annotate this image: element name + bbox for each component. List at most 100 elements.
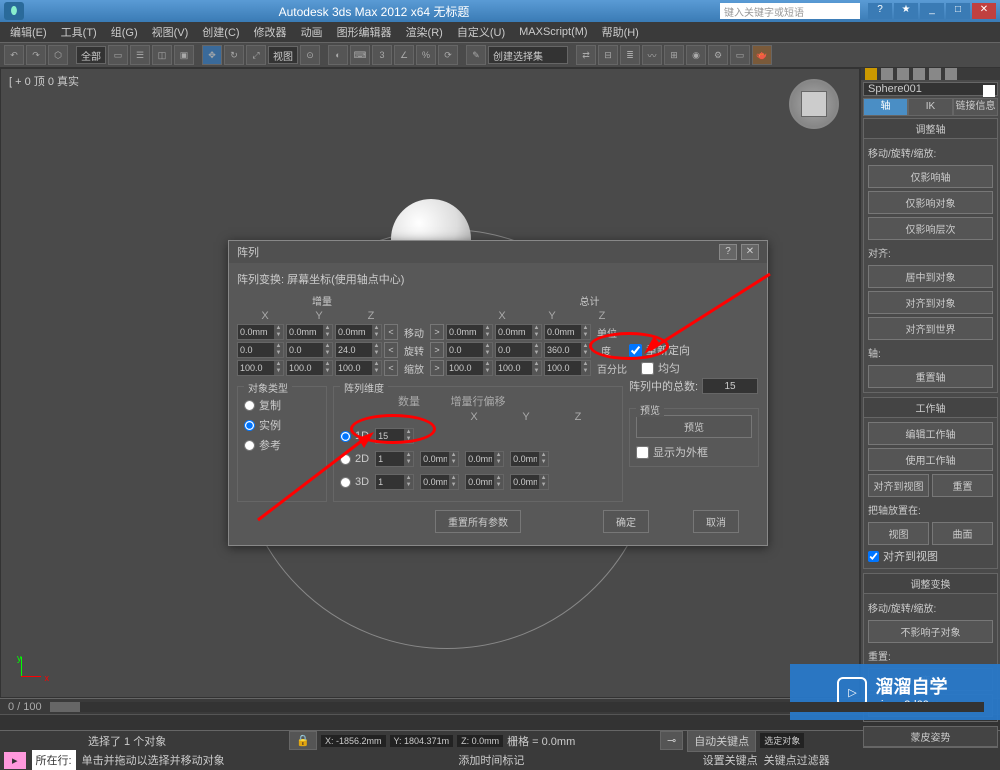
affect-pivot-button[interactable]: 仅影响轴 bbox=[868, 165, 993, 188]
select-region-icon[interactable]: ◫ bbox=[152, 45, 172, 65]
key-icon[interactable]: ⊸ bbox=[660, 731, 683, 750]
pivot-icon[interactable]: ⊙ bbox=[300, 45, 320, 65]
autokey-button[interactable]: 自动关键点 bbox=[687, 730, 756, 752]
move-inc-x[interactable]: ▲▼ bbox=[237, 324, 284, 340]
help-icon[interactable]: ? bbox=[868, 3, 892, 19]
menu-animation[interactable]: 动画 bbox=[295, 22, 329, 42]
rot-left-icon[interactable]: < bbox=[384, 342, 398, 358]
angle-snap-icon[interactable]: ∠ bbox=[394, 45, 414, 65]
menu-customize[interactable]: 自定义(U) bbox=[451, 22, 511, 42]
cancel-button[interactable]: 取消 bbox=[693, 510, 739, 533]
menu-maxscript[interactable]: MAXScript(M) bbox=[513, 24, 593, 40]
edit-working-pivot-button[interactable]: 编辑工作轴 bbox=[868, 422, 993, 445]
radio-instance[interactable]: 实例 bbox=[244, 417, 320, 433]
rot-tot-y[interactable]: ▲▼ bbox=[495, 342, 542, 358]
maximize-button[interactable]: □ bbox=[946, 3, 970, 19]
radio-reference[interactable]: 参考 bbox=[244, 437, 320, 453]
redo-icon[interactable]: ↷ bbox=[26, 45, 46, 65]
snap-icon[interactable]: 3 bbox=[372, 45, 392, 65]
move-icon[interactable]: ✥ bbox=[202, 45, 222, 65]
script-line-label[interactable]: 所在行: bbox=[32, 750, 76, 770]
move-tot-x[interactable]: ▲▼ bbox=[446, 324, 493, 340]
menu-create[interactable]: 创建(C) bbox=[196, 22, 245, 42]
named-sel-icon[interactable]: ✎ bbox=[466, 45, 486, 65]
schematic-icon[interactable]: ⊞ bbox=[664, 45, 684, 65]
link-icon[interactable]: ⬡ bbox=[48, 45, 68, 65]
selset-dropdown[interactable]: 选定对象 bbox=[760, 733, 804, 748]
scale-tot-x[interactable]: ▲▼ bbox=[446, 360, 493, 376]
object-name-field[interactable]: Sphere001 bbox=[863, 82, 998, 96]
display-tab-icon[interactable] bbox=[929, 68, 941, 80]
rot-tot-z[interactable]: ▲▼ bbox=[544, 342, 591, 358]
move-tot-y[interactable]: ▲▼ bbox=[495, 324, 542, 340]
scale-inc-x[interactable]: ▲▼ bbox=[237, 360, 284, 376]
coord-z[interactable]: Z: 0.0mm bbox=[457, 735, 503, 747]
mirror-icon[interactable]: ⇄ bbox=[576, 45, 596, 65]
offset-2d-y[interactable]: ▲▼ bbox=[465, 451, 504, 467]
align-to-view-checkbox[interactable]: 对齐到视图 bbox=[868, 548, 993, 564]
manipulate-icon[interactable]: ◐ bbox=[328, 45, 348, 65]
rot-inc-y[interactable]: ▲▼ bbox=[286, 342, 333, 358]
menu-modifiers[interactable]: 修改器 bbox=[248, 22, 293, 42]
named-selection-dropdown[interactable]: 创建选择集 bbox=[488, 46, 568, 64]
menu-edit[interactable]: 编辑(E) bbox=[4, 22, 53, 42]
select-name-icon[interactable]: ☰ bbox=[130, 45, 150, 65]
move-right-icon[interactable]: > bbox=[430, 324, 444, 340]
tab-pivot[interactable]: 轴 bbox=[863, 98, 908, 116]
rot-tot-x[interactable]: ▲▼ bbox=[446, 342, 493, 358]
selection-filter-dropdown[interactable]: 全部 bbox=[76, 46, 106, 64]
window-crossing-icon[interactable]: ▣ bbox=[174, 45, 194, 65]
count-3d[interactable]: ▲▼ bbox=[375, 474, 414, 490]
coord-x[interactable]: X: -1856.2mm bbox=[321, 735, 386, 747]
affect-object-button[interactable]: 仅影响对象 bbox=[868, 191, 993, 214]
scale-tot-y[interactable]: ▲▼ bbox=[495, 360, 542, 376]
ok-button[interactable]: 确定 bbox=[603, 510, 649, 533]
percent-snap-icon[interactable]: % bbox=[416, 45, 436, 65]
scale-icon[interactable]: ⤢ bbox=[246, 45, 266, 65]
render-icon[interactable]: 🫖 bbox=[752, 45, 772, 65]
dialog-titlebar[interactable]: 阵列 ? ✕ bbox=[229, 241, 767, 263]
radio-2d[interactable]: 2D bbox=[340, 453, 369, 465]
align-icon[interactable]: ⊟ bbox=[598, 45, 618, 65]
display-as-box-checkbox[interactable]: 显示为外框 bbox=[636, 444, 752, 460]
render-setup-icon[interactable]: ⚙ bbox=[708, 45, 728, 65]
scale-right-icon[interactable]: > bbox=[430, 360, 444, 376]
affect-hierarchy-button[interactable]: 仅影响层次 bbox=[868, 217, 993, 240]
rot-inc-z[interactable]: ▲▼ bbox=[335, 342, 382, 358]
viewcube[interactable] bbox=[789, 79, 839, 129]
color-swatch[interactable] bbox=[983, 85, 995, 97]
menu-tools[interactable]: 工具(T) bbox=[55, 22, 103, 42]
center-to-object-button[interactable]: 居中到对象 bbox=[868, 265, 993, 288]
minimize-button[interactable]: _ bbox=[920, 3, 944, 19]
select-icon[interactable]: ▭ bbox=[108, 45, 128, 65]
reset-all-button[interactable]: 重置所有参数 bbox=[435, 510, 521, 533]
radio-3d[interactable]: 3D bbox=[340, 476, 369, 488]
place-surface-button[interactable]: 曲面 bbox=[932, 522, 993, 545]
star-icon[interactable]: ★ bbox=[894, 3, 918, 19]
use-working-pivot-button[interactable]: 使用工作轴 bbox=[868, 448, 993, 471]
rotate-icon[interactable]: ↻ bbox=[224, 45, 244, 65]
offset-3d-y[interactable]: ▲▼ bbox=[465, 474, 504, 490]
dialog-help-button[interactable]: ? bbox=[719, 244, 737, 260]
rot-right-icon[interactable]: > bbox=[430, 342, 444, 358]
scale-left-icon[interactable]: < bbox=[384, 360, 398, 376]
offset-3d-z[interactable]: ▲▼ bbox=[510, 474, 549, 490]
time-slider-track[interactable] bbox=[50, 702, 984, 712]
keyboard-icon[interactable]: ⌨ bbox=[350, 45, 370, 65]
dialog-close-button[interactable]: ✕ bbox=[741, 244, 759, 260]
curve-editor-icon[interactable]: 〰 bbox=[642, 45, 662, 65]
menu-group[interactable]: 组(G) bbox=[105, 22, 144, 42]
preview-button[interactable]: 预览 bbox=[636, 415, 752, 438]
utilities-tab-icon[interactable] bbox=[945, 68, 957, 80]
refcoord-dropdown[interactable]: 视图 bbox=[268, 46, 298, 64]
menu-graph[interactable]: 图形编辑器 bbox=[331, 22, 398, 42]
reset-pivot-button[interactable]: 重置轴 bbox=[868, 365, 993, 388]
spinner-snap-icon[interactable]: ⟳ bbox=[438, 45, 458, 65]
place-view-button[interactable]: 视图 bbox=[868, 522, 929, 545]
move-left-icon[interactable]: < bbox=[384, 324, 398, 340]
align-to-object-button[interactable]: 对齐到对象 bbox=[868, 291, 993, 314]
scale-inc-y[interactable]: ▲▼ bbox=[286, 360, 333, 376]
menu-help[interactable]: 帮助(H) bbox=[596, 22, 645, 42]
uniform-checkbox[interactable]: 均匀 bbox=[641, 360, 680, 376]
material-icon[interactable]: ◉ bbox=[686, 45, 706, 65]
